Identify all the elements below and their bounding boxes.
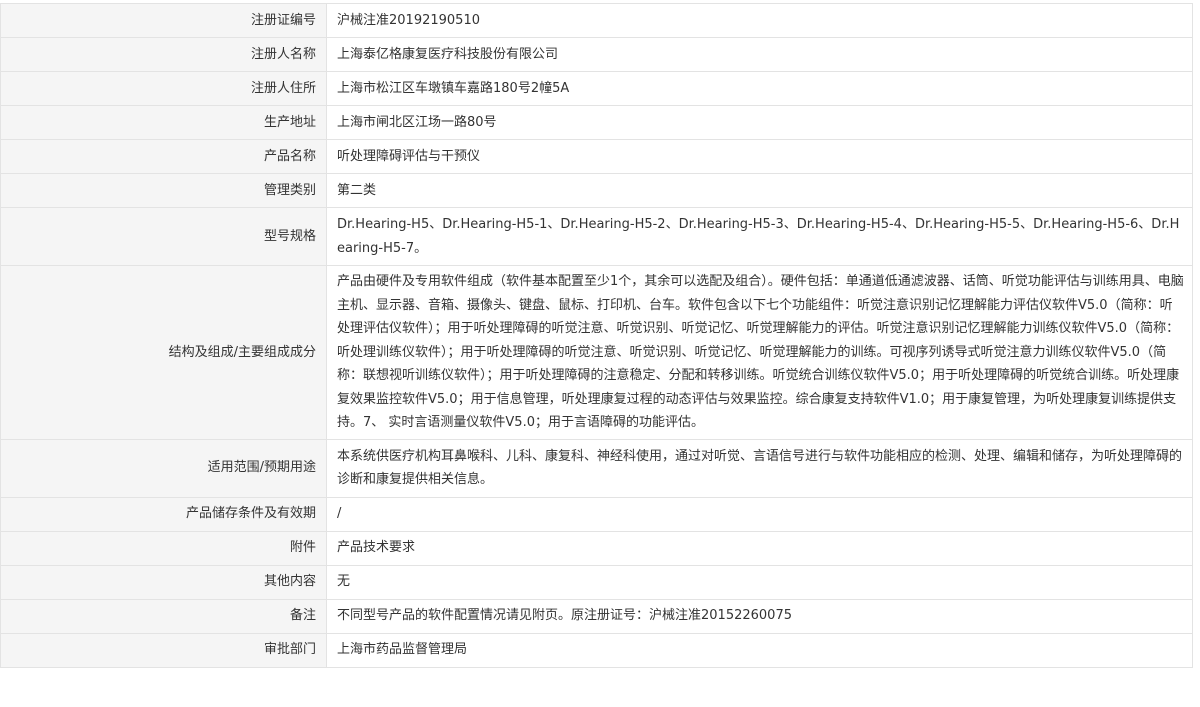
row-value: 上海泰亿格康复医疗科技股份有限公司: [326, 37, 1193, 72]
row-value: 不同型号产品的软件配置情况请见附页。原注册证号：沪械注准20152260075: [326, 598, 1193, 634]
row-label: 产品储存条件及有效期: [0, 496, 327, 532]
row-label: 结构及组成/主要组成成分: [0, 265, 327, 440]
table-row-management-category: 管理类别 第二类: [0, 173, 1193, 208]
row-value: Dr.Hearing-H5、Dr.Hearing-H5-1、Dr.Hearing…: [326, 207, 1193, 266]
registration-detail-table: 注册证编号 沪械注准20192190510 注册人名称 上海泰亿格康复医疗科技股…: [0, 3, 1193, 668]
row-label: 其他内容: [0, 564, 327, 600]
row-label: 型号规格: [0, 207, 327, 266]
row-label: 备注: [0, 598, 327, 634]
row-label: 管理类别: [0, 173, 327, 208]
row-value: 上海市松江区车墩镇车嘉路180号2幢5A: [326, 71, 1193, 106]
table-row-structure-composition: 结构及组成/主要组成成分 产品由硬件及专用软件组成（软件基本配置至少1个，其余可…: [0, 265, 1193, 440]
table-row-remarks: 备注 不同型号产品的软件配置情况请见附页。原注册证号：沪械注准201522600…: [0, 598, 1193, 634]
row-label: 产品名称: [0, 139, 327, 174]
row-value: 上海市闸北区江场一路80号: [326, 105, 1193, 140]
row-value: 产品技术要求: [326, 530, 1193, 566]
table-row-product-name: 产品名称 听处理障碍评估与干预仪: [0, 139, 1193, 174]
table-row-registrant-name: 注册人名称 上海泰亿格康复医疗科技股份有限公司: [0, 37, 1193, 72]
row-value: 第二类: [326, 173, 1193, 208]
table-row-storage-validity: 产品储存条件及有效期 /: [0, 496, 1193, 532]
table-row-attachment: 附件 产品技术要求: [0, 530, 1193, 566]
table-row-production-address: 生产地址 上海市闸北区江场一路80号: [0, 105, 1193, 140]
row-label: 审批部门: [0, 632, 327, 668]
row-label: 适用范围/预期用途: [0, 438, 327, 498]
row-label: 生产地址: [0, 105, 327, 140]
row-value: 沪械注准20192190510: [326, 3, 1193, 38]
row-label: 附件: [0, 530, 327, 566]
table-row-intended-use: 适用范围/预期用途 本系统供医疗机构耳鼻喉科、儿科、康复科、神经科使用，通过对听…: [0, 438, 1193, 498]
row-value: 听处理障碍评估与干预仪: [326, 139, 1193, 174]
row-value: 上海市药品监督管理局: [326, 632, 1193, 668]
table-row-approval-department: 审批部门 上海市药品监督管理局: [0, 632, 1193, 668]
row-label: 注册证编号: [0, 3, 327, 38]
row-value: 无: [326, 564, 1193, 600]
table-row-registration-number: 注册证编号 沪械注准20192190510: [0, 3, 1193, 38]
row-label: 注册人住所: [0, 71, 327, 106]
row-value: 产品由硬件及专用软件组成（软件基本配置至少1个，其余可以选配及组合）。硬件包括：…: [326, 265, 1193, 440]
row-value: /: [326, 496, 1193, 532]
row-label: 注册人名称: [0, 37, 327, 72]
table-row-registrant-address: 注册人住所 上海市松江区车墩镇车嘉路180号2幢5A: [0, 71, 1193, 106]
table-row-other-content: 其他内容 无: [0, 564, 1193, 600]
table-row-model-spec: 型号规格 Dr.Hearing-H5、Dr.Hearing-H5-1、Dr.He…: [0, 207, 1193, 266]
row-value: 本系统供医疗机构耳鼻喉科、儿科、康复科、神经科使用，通过对听觉、言语信号进行与软…: [326, 438, 1193, 498]
